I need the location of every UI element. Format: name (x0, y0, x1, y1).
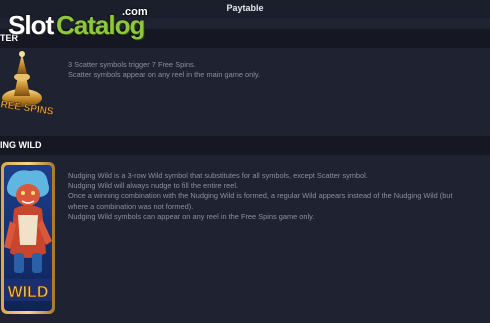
watermark-com-text: .com (122, 6, 148, 18)
nudging-wild-section-title: ING WILD (0, 140, 42, 150)
wild-line: Nudging Wild symbols can appear on any r… (68, 211, 315, 221)
nudging-wild-section-header: ING WILD (0, 136, 490, 155)
wild-line: where a combination was not formed). (68, 201, 194, 211)
scatter-line: 3 Scatter symbols trigger 7 Free Spins. (68, 60, 196, 69)
scatter-free-spins-symbol-icon: REE SPINS (0, 51, 55, 118)
scatter-symbol-label: REE SPINS (0, 99, 54, 117)
wild-line: Nudging Wild will always nudge to fill t… (68, 181, 239, 191)
nudging-wild-description: Nudging Wild is a 3-row Wild symbol that… (68, 171, 488, 222)
scatter-description: 3 Scatter symbols trigger 7 Free Spins. … (68, 60, 488, 80)
wild-line: Nudging Wild is a 3-row Wild symbol that… (68, 171, 368, 180)
watermark-slot-text: Slot (8, 10, 54, 40)
wild-line: Once a winning combination with the Nudg… (68, 191, 453, 201)
nudging-wild-symbol-icon: WILD (1, 162, 55, 314)
scatter-line: Scatter symbols appear on any reel in th… (68, 70, 261, 80)
wild-symbol-label: WILD (8, 284, 49, 301)
